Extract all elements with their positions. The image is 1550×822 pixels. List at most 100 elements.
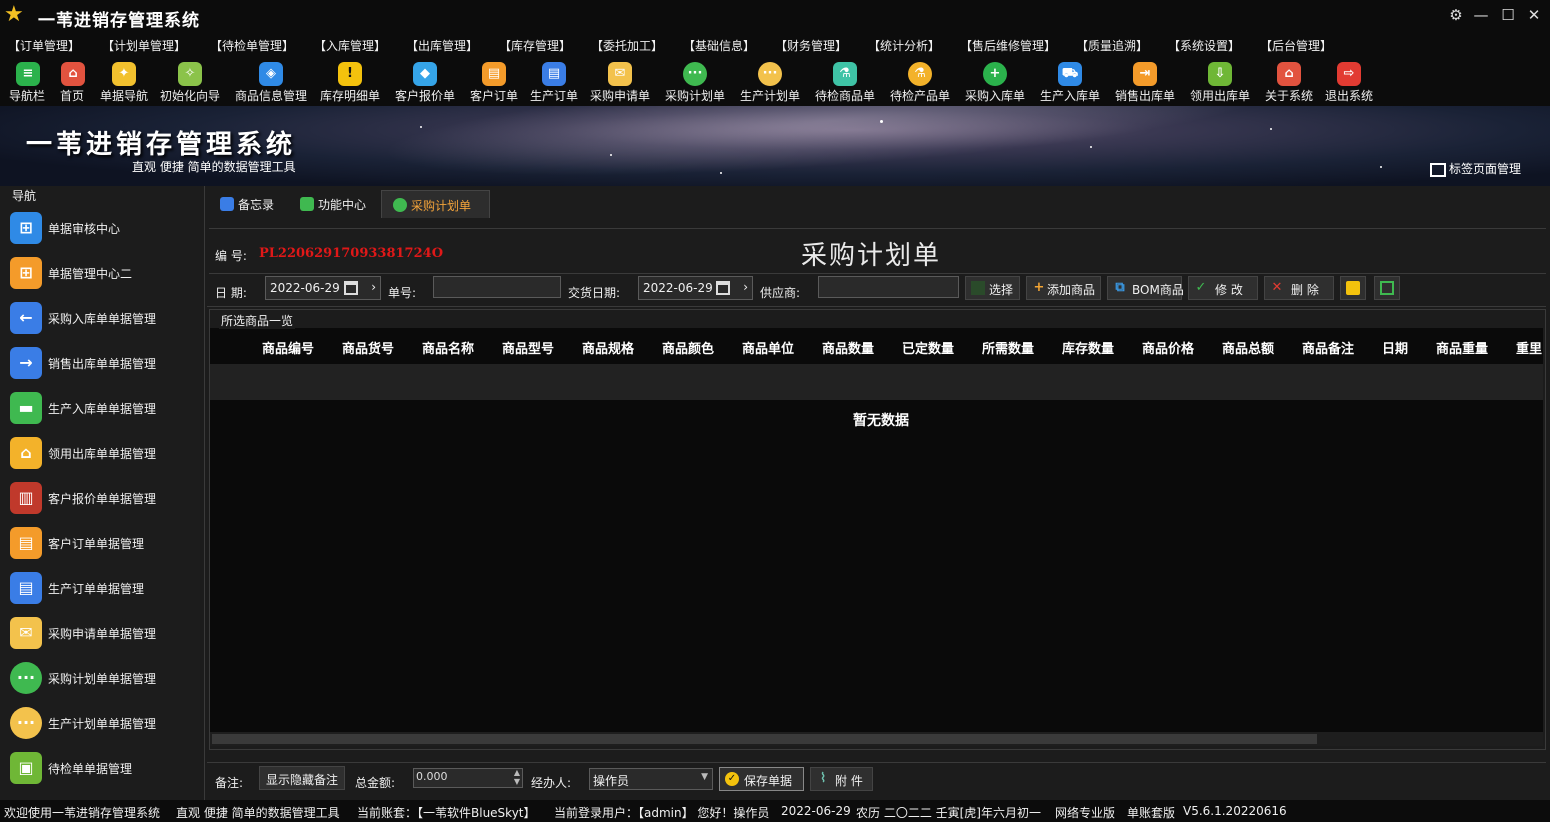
col-header[interactable]: 商品颜色 (662, 338, 714, 357)
tb-label: 领用出库单 (1190, 89, 1251, 103)
tab-purchase-plan[interactable]: 采购计划单 (381, 190, 490, 218)
col-header[interactable]: 商品名称 (422, 338, 474, 357)
copy-button[interactable] (1374, 276, 1400, 300)
tab-label: 功能中心 (318, 198, 367, 212)
menu-after-sales[interactable]: 【售后维修管理】 (960, 37, 1056, 54)
toggle-remark-button[interactable]: 显示隐藏备注 (259, 766, 345, 790)
grid-title: 所选商品一览 (219, 312, 296, 329)
stepper-arrows-icon[interactable]: ▲ ▼ (514, 768, 520, 786)
col-header[interactable]: 已定数量 (902, 338, 954, 357)
close-button[interactable]: ✕ (1522, 4, 1546, 26)
menu-finance[interactable]: 【财务管理】 (775, 37, 847, 54)
sidebar-item-production-order[interactable]: ▤ 生产订单单据管理 (0, 564, 204, 609)
menu-order[interactable]: 【订单管理】 (8, 37, 80, 54)
col-header[interactable]: 商品备注 (1302, 338, 1354, 357)
status-lunar: 农历 二〇二二 壬寅[虎]年六月初一 (856, 806, 1041, 820)
sidebar-item-production-inbound[interactable]: ▬ 生产入库单单据管理 (0, 384, 204, 429)
date-label: 日 期: (215, 286, 247, 300)
scrollbar-thumb[interactable] (212, 734, 1317, 744)
grid-body (210, 440, 1543, 732)
sidebar-item-doc-center-2[interactable]: ⊞ 单据管理中心二 (0, 249, 204, 294)
order-no-input[interactable] (433, 276, 561, 298)
sidebar-item-requisition-outbound[interactable]: ⌂ 领用出库单单据管理 (0, 429, 204, 474)
status-mode: 单账套版 (1127, 806, 1176, 820)
menu-inspect[interactable]: 【待检单管理】 (210, 37, 294, 54)
col-header[interactable]: 商品货号 (342, 338, 394, 357)
sidebar-item-customer-quote[interactable]: ▥ 客户报价单单据管理 (0, 474, 204, 519)
sidebar-item-purchase-request[interactable]: ✉ 采购申请单单据管理 (0, 609, 204, 654)
tab-memo[interactable]: 备忘录 (210, 190, 290, 218)
handler-select[interactable]: 操作员 ▼ (589, 768, 713, 790)
tab-manage-button[interactable]: 标签页面管理 (1430, 160, 1521, 177)
chevron-down-icon[interactable]: ▼ (701, 772, 708, 782)
minimize-button[interactable]: — (1469, 4, 1493, 26)
save-button[interactable]: ✓ 保存单据 (719, 767, 804, 791)
sidebar-item-sales-outbound[interactable]: → 销售出库单单据管理 (0, 339, 204, 384)
grid-header: 商品编号 商品货号 商品名称 商品型号 商品规格 商品颜色 商品单位 商品数量 … (210, 328, 1543, 364)
horizontal-scrollbar[interactable] (210, 732, 1543, 746)
menu-outsource[interactable]: 【委托加工】 (591, 37, 663, 54)
tb-label: 生产入库单 (1040, 89, 1101, 103)
sidebar-item-inspection[interactable]: ▣ 待检单单据管理 (0, 744, 204, 789)
col-header[interactable]: 商品型号 (502, 338, 554, 357)
paperclip-icon: ⌇ (819, 771, 827, 786)
button-label: 删 除 (1291, 283, 1319, 297)
menu-stats[interactable]: 【统计分析】 (868, 37, 940, 54)
button-label: 保存单据 (744, 774, 793, 788)
total-amount-input[interactable]: 0.000 ▲ ▼ (413, 768, 523, 788)
package-icon (1346, 281, 1360, 295)
col-header[interactable]: 库存数量 (1062, 338, 1114, 357)
col-header[interactable]: 商品重量 (1436, 338, 1488, 357)
tb-label: 退出系统 (1325, 89, 1374, 103)
menu-admin[interactable]: 【后台管理】 (1260, 37, 1332, 54)
title-bar: ★ 一苇进销存管理系统 ⚙ — ☐ ✕ (0, 0, 1550, 32)
col-header[interactable]: 商品数量 (822, 338, 874, 357)
attachment-button[interactable]: ⌇ 附 件 (810, 767, 873, 791)
select-supplier-button[interactable]: 选择 (965, 276, 1020, 300)
maximize-button[interactable]: ☐ (1496, 4, 1520, 26)
menu-basic[interactable]: 【基础信息】 (683, 37, 755, 54)
tab-manage-label: 标签页面管理 (1449, 162, 1522, 176)
form-header: 编 号: PL22062917093381724O 采购计划单 (209, 228, 1546, 274)
col-header[interactable]: 所需数量 (982, 338, 1034, 357)
form-title: 采购计划单 (801, 241, 942, 271)
delete-button[interactable]: ✕ 删 除 (1264, 276, 1334, 300)
sidebar-item-purchase-plan[interactable]: ··· 采购计划单单据管理 (0, 654, 204, 699)
menu-plan[interactable]: 【计划单管理】 (102, 37, 186, 54)
grid-filter-row[interactable] (210, 364, 1543, 400)
col-header[interactable]: 商品价格 (1142, 338, 1194, 357)
delivery-date-picker[interactable]: 2022-06-29 › (638, 276, 753, 300)
tb-label: 采购入库单 (965, 89, 1026, 103)
col-header[interactable]: 商品总额 (1222, 338, 1274, 357)
col-header[interactable]: 日期 (1382, 338, 1408, 357)
col-header[interactable]: 商品规格 (582, 338, 634, 357)
col-header[interactable]: 商品单位 (742, 338, 794, 357)
tab-function-center[interactable]: 功能中心 (292, 190, 382, 218)
menu-trace[interactable]: 【质量追溯】 (1076, 37, 1148, 54)
sidebar-item-purchase-inbound[interactable]: ← 采购入库单单据管理 (0, 294, 204, 339)
menu-inbound[interactable]: 【入库管理】 (314, 37, 386, 54)
calendar-icon[interactable] (716, 281, 730, 295)
chevron-right-icon[interactable]: › (743, 280, 748, 294)
sidebar-item-customer-order[interactable]: ▤ 客户订单单据管理 (0, 519, 204, 564)
date-picker[interactable]: 2022-06-29 › (265, 276, 381, 300)
sidebar-item-production-plan[interactable]: ··· 生产计划单单据管理 (0, 699, 204, 744)
edit-button[interactable]: ✓ 修 改 (1188, 276, 1258, 300)
add-product-button[interactable]: + 添加商品 (1026, 276, 1101, 300)
col-header[interactable]: 重里 (1516, 338, 1542, 357)
menu-stock[interactable]: 【库存管理】 (499, 37, 571, 54)
tab-manage-icon (1430, 162, 1446, 177)
supplier-input[interactable] (818, 276, 959, 298)
flask-icon: ⚗ (908, 62, 932, 86)
handler-label: 经办人: (531, 776, 572, 790)
menu-outbound[interactable]: 【出库管理】 (406, 37, 478, 54)
sidebar-item-audit-center[interactable]: ⊞ 单据审核中心 (0, 204, 204, 249)
package-button[interactable] (1340, 276, 1366, 300)
calendar-icon[interactable] (344, 281, 358, 295)
chevron-right-icon[interactable]: › (371, 280, 376, 294)
status-account: 当前账套：【一苇软件BlueSkyt】 (357, 806, 536, 820)
bom-product-button[interactable]: ⧉ BOM商品 (1107, 276, 1184, 300)
settings-gear-icon[interactable]: ⚙ (1444, 4, 1468, 26)
menu-settings[interactable]: 【系统设置】 (1168, 37, 1240, 54)
col-header[interactable]: 商品编号 (262, 338, 314, 357)
